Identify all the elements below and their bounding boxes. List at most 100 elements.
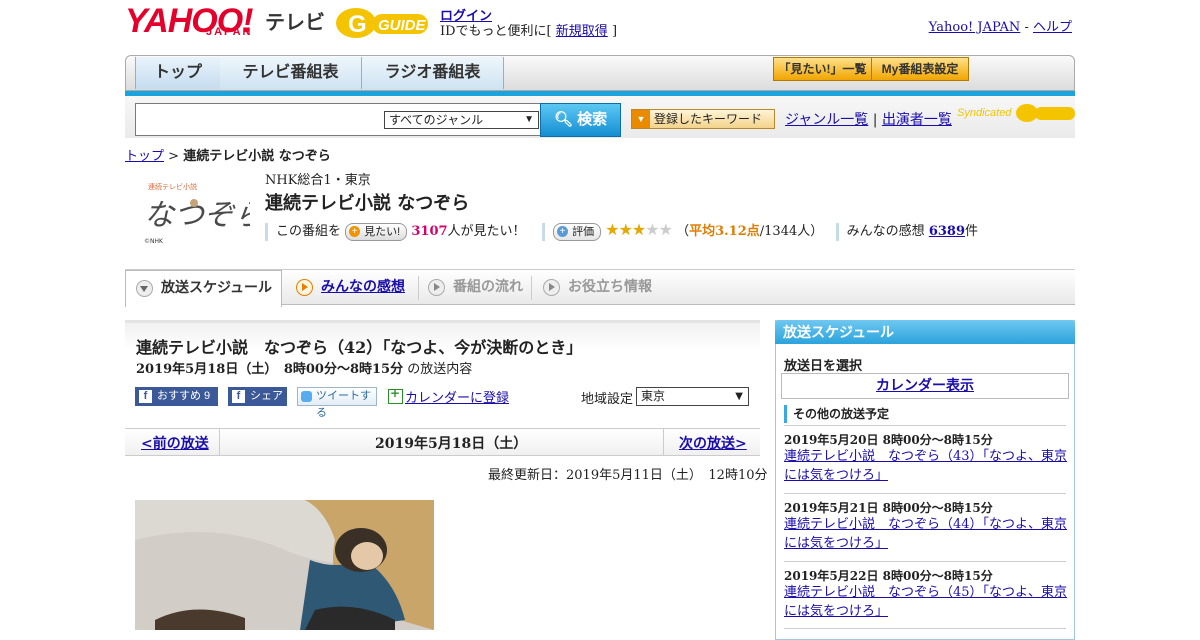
rating-stars: ★★★★★ (605, 220, 673, 239)
region-label: 地域設定 (581, 392, 634, 407)
calendar-add-icon (388, 386, 403, 404)
episode-date-suffix: の放送内容 (407, 362, 473, 377)
top-link-sep: - (1024, 20, 1029, 35)
calendar-display-link[interactable]: カレンダー表示 (876, 378, 974, 394)
search-icon: 🔍︎ (553, 111, 573, 128)
mitai-list-button[interactable]: 「見たい!」一覧 (773, 57, 872, 81)
recommend-label: おすすめ 9 (157, 390, 211, 402)
schedule-item-link[interactable]: 連続テレビ小説 なつぞら（44）「なつよ、東京には気をつけろ」 (784, 515, 1069, 553)
program-logo-image: 連続テレビ小説 なつぞら ©NHK (136, 175, 250, 247)
meta-divider (265, 222, 268, 241)
channel-name: NHK総合1・東京 (265, 173, 371, 188)
register-link[interactable]: 新規取得 (556, 24, 608, 39)
divider (784, 493, 1066, 494)
tab-divider (531, 276, 532, 300)
schedule-item-link[interactable]: 連続テレビ小説 なつぞら（43）「なつよ、東京には気をつけろ」 (784, 447, 1069, 485)
rating-count: /1344人） (759, 224, 824, 239)
nav-tab-radio-schedule[interactable]: ラジオ番組表 (362, 57, 504, 89)
mitai-prefix: この番組を (276, 224, 342, 239)
keyword-button-label: 登録したキーワード (654, 112, 763, 126)
list-links-divider: | (872, 112, 878, 128)
svg-text:GUIDE: GUIDE (378, 17, 427, 34)
schedule-item-link[interactable]: 連続テレビ小説 なつぞら（45）「なつよ、東京には気をつけろ」 (784, 583, 1069, 621)
calendar-display-button[interactable]: カレンダー表示 (781, 373, 1069, 399)
mitai-button-label: 見たい! (364, 225, 401, 238)
play-arrow-icon (543, 278, 560, 296)
facebook-share-button[interactable]: f シェア (228, 387, 287, 406)
prev-episode-link[interactable]: <前の放送 (141, 433, 209, 453)
svg-text:連続テレビ小説: 連続テレビ小説 (148, 182, 197, 191)
search-button[interactable]: 🔍︎ 検索 (540, 103, 621, 137)
tweet-button[interactable]: ツイートする (297, 387, 377, 419)
login-subtext: IDでもっと便利に[ 新規取得 ] (440, 20, 617, 39)
pager-current-date: 2019年5月18日（土） (375, 436, 528, 452)
impressions-count-link[interactable]: 6389 (929, 224, 965, 239)
program-title: 連続テレビ小説 なつぞら (265, 193, 470, 214)
dropdown-arrow-icon: ▼ (632, 110, 650, 128)
divider (784, 628, 1066, 629)
plus-icon: + (349, 225, 361, 237)
play-arrow-icon (296, 278, 313, 296)
help-link[interactable]: ヘルプ (1033, 20, 1072, 35)
facebook-icon: f (232, 390, 245, 403)
next-episode-link[interactable]: 次の放送> (679, 433, 747, 453)
tab-flow-label: 番組の流れ (453, 278, 523, 294)
rating-button-label: 評価 (572, 225, 595, 238)
tab-schedule[interactable]: 放送スケジュール (125, 270, 282, 307)
breadcrumb-current: 連続テレビ小説 なつぞら (183, 149, 331, 164)
registered-keyword-button[interactable]: ▼ 登録したキーワード (631, 109, 775, 129)
my-schedule-button[interactable]: My番組表設定 (871, 57, 969, 81)
yahoo-japan-link[interactable]: Yahoo! JAPAN (929, 20, 1021, 35)
schedule-date: 2019年5月20日 8時00分～8時15分 (784, 433, 993, 447)
nav-tab-tv-schedule[interactable]: テレビ番組表 (220, 57, 362, 89)
mitai-count: 3107 (411, 224, 448, 239)
divider (784, 425, 1066, 426)
impressions-prefix: みんなの感想 (846, 224, 925, 239)
calendar-add-link[interactable]: カレンダーに登録 (405, 391, 509, 406)
tab-flow: 番組の流れ (428, 270, 523, 306)
service-name[interactable]: テレビ (265, 6, 325, 35)
twitter-icon (301, 391, 312, 402)
tab-divider (418, 276, 419, 300)
rating-open-paren: （ (676, 224, 690, 239)
svg-text:G: G (348, 11, 367, 38)
g-guide-logo: G GUIDE (336, 8, 428, 38)
region-select[interactable]: 東京 ▼ (636, 387, 749, 406)
rating-button[interactable]: + 評価 (553, 222, 602, 241)
sidebar-header: 放送スケジュール (775, 320, 1075, 344)
schedule-date: 2019年5月22日 8時00分～8時15分 (784, 569, 993, 583)
last-updated: 最終更新日：2019年5月11日（土） 12時10分 (488, 468, 768, 483)
facebook-icon: f (139, 390, 152, 403)
episode-photo (135, 500, 434, 630)
tab-impressions[interactable]: みんなの感想 (296, 270, 405, 306)
divider (784, 561, 1066, 562)
login-sub-prefix: IDでもっと便利に[ (440, 24, 552, 39)
breadcrumb-sep: > (168, 149, 180, 164)
episode-title: 連続テレビ小説 なつぞら（42）「なつよ、今が決断のとき」 (136, 338, 583, 357)
chevron-down-icon (136, 279, 153, 297)
play-arrow-icon (428, 278, 445, 296)
pager-divider (663, 429, 664, 455)
genre-select[interactable]: すべてのジャンル ▼ (384, 111, 539, 129)
performer-list-link[interactable]: 出演者一覧 (882, 112, 952, 128)
select-date-label: 放送日を選択 (784, 359, 863, 374)
facebook-recommend-button[interactable]: f おすすめ 9 (135, 387, 218, 406)
syndicated-badge: Syndicated (957, 103, 1077, 123)
schedule-date: 2019年5月21日 8時00分～8時15分 (784, 501, 993, 515)
chevron-down-icon: ▼ (524, 114, 534, 125)
g-guide-small-logo (1015, 104, 1075, 122)
region-selected-value: 東京 (641, 389, 666, 403)
rating-average: 平均3.12点 (689, 224, 760, 239)
tab-schedule-label: 放送スケジュール (161, 279, 273, 295)
mitai-suffix: 人が見たい！ (447, 224, 526, 239)
mitai-button[interactable]: + 見たい! (345, 222, 408, 241)
chevron-down-icon: ▼ (735, 391, 743, 402)
genre-list-link[interactable]: ジャンル一覧 (785, 112, 868, 128)
calendar-add[interactable]: カレンダーに登録 (388, 386, 509, 406)
breadcrumb-top[interactable]: トップ (125, 149, 164, 164)
syndicated-text: Syndicated (957, 106, 1012, 119)
top-links: Yahoo! JAPAN - ヘルプ (929, 16, 1072, 35)
share-label: シェア (250, 390, 283, 402)
nav-tab-top[interactable]: トップ (135, 57, 221, 89)
genre-selected-value: すべてのジャンル (389, 113, 484, 127)
